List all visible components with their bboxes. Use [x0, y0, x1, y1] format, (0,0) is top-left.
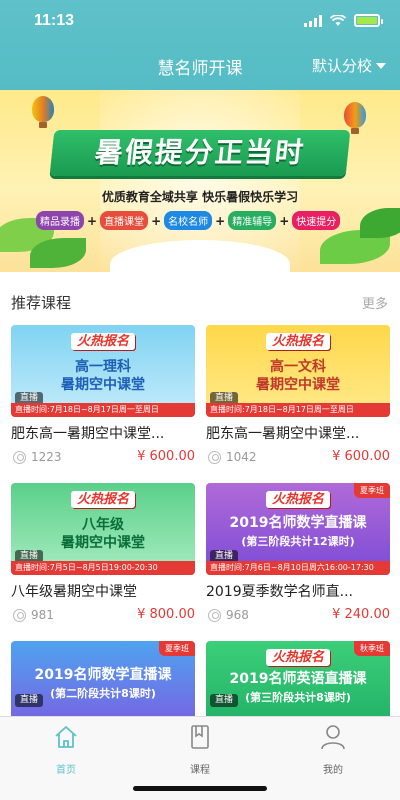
tab-label: 课程	[190, 765, 210, 776]
course-meta: 1223 ¥ 600.00	[11, 449, 195, 467]
banner-tag: 快速提分	[292, 211, 341, 230]
course-card[interactable]: 夏季班 火热报名 2019名师数学直播课 (第三阶段共计12课时) 直播 直播时…	[206, 483, 390, 628]
enroll-count: 1223	[31, 450, 62, 464]
tab-label: 我的	[323, 765, 343, 776]
more-link[interactable]: 更多	[362, 293, 388, 312]
course-name: 肥东高一暑期空中课堂...	[11, 426, 165, 442]
schedule-strip: 直播时间:7月18日~8月17日周一至周日	[11, 403, 195, 417]
person-icon	[13, 609, 26, 622]
course-price: ¥ 800.00	[137, 607, 195, 622]
app-header: 11:13 慧名师开课 默认分校	[0, 0, 400, 90]
schedule-strip: 直播时间:7月6日~8月10日周六16:00-17:30	[206, 561, 390, 575]
course-card[interactable]: 火热报名 八年级 暑期空中课堂 直播 直播时间:7月5日~8月5日19:00-2…	[11, 483, 195, 628]
status-icons	[304, 14, 383, 27]
user-icon	[321, 725, 345, 750]
banner-tag: 精品录播	[36, 211, 84, 230]
caret-down-icon	[376, 62, 386, 69]
course-meta: 981 ¥ 800.00	[11, 607, 195, 625]
campus-selector[interactable]: 默认分校	[312, 55, 386, 76]
course-thumbnail: 夏季班 火热报名 2019名师数学直播课 (第三阶段共计12课时) 直播 直播时…	[206, 483, 390, 575]
schedule-strip: 直播时间:7月5日~8月5日19:00-20:30	[11, 561, 195, 575]
course-thumbnail: 火热报名 八年级 暑期空中课堂 直播 直播时间:7月5日~8月5日19:00-2…	[11, 483, 195, 575]
section-title: 推荐课程	[11, 294, 72, 312]
course-thumbnail: 火热报名 高一文科 暑期空中课堂 直播 直播时间:7月18日~8月17日周一至周…	[206, 325, 390, 417]
course-thumbnail: 火热报名 高一理科 暑期空中课堂 直播 直播时间:7月18日~8月17日周一至周…	[11, 325, 195, 417]
plus-icon: +	[279, 213, 290, 228]
live-badge: 直播	[15, 694, 44, 707]
signal-icon	[304, 14, 322, 27]
course-thumbnail: 夏季班 2019名师数学直播课 (第二阶段共计8课时) 直播	[11, 641, 195, 716]
course-price: ¥ 240.00	[332, 607, 390, 622]
person-icon	[208, 451, 221, 464]
balloon-icon	[32, 96, 54, 128]
thumb-title: 高一文科	[270, 359, 326, 375]
hot-badge: 火热报名	[206, 488, 390, 508]
course-card[interactable]: 夏季班 2019名师数学直播课 (第二阶段共计8课时) 直播	[11, 641, 195, 716]
course-meta: 1042 ¥ 600.00	[206, 449, 390, 467]
banner-tag: 精准辅导	[228, 211, 277, 230]
enroll-count: 968	[226, 608, 249, 622]
thumb-title: 高一理科	[75, 359, 131, 375]
course-name: 八年级暑期空中课堂	[11, 584, 137, 600]
tab-courses[interactable]: 课程	[165, 723, 235, 776]
status-time: 11:13	[34, 12, 75, 29]
banner-tag: 名校名师	[164, 211, 213, 230]
plus-icon: +	[215, 213, 226, 228]
recommended-section-header: 推荐课程 更多	[0, 282, 400, 318]
schedule-strip: 直播时间:7月18日~8月17日周一至周日	[206, 403, 390, 417]
course-price: ¥ 600.00	[137, 449, 195, 464]
course-name: 2019夏季数学名师直...	[206, 584, 353, 600]
status-bar: 11:13	[0, 0, 400, 44]
course-card[interactable]: 秋季班 火热报名 2019名师英语直播课 (第三阶段共计8课时) 直播	[206, 641, 390, 716]
hot-badge: 火热报名	[11, 488, 195, 508]
course-price: ¥ 600.00	[332, 449, 390, 464]
course-card[interactable]: 火热报名 高一文科 暑期空中课堂 直播 直播时间:7月18日~8月17日周一至周…	[206, 325, 390, 470]
thumb-title: (第三阶段共计12课时)	[241, 535, 355, 548]
book-icon	[191, 725, 209, 749]
live-badge: 直播	[210, 694, 239, 707]
thumb-title: 2019名师数学直播课	[34, 667, 172, 683]
promo-banner[interactable]: 暑假提分正当时 优质教育全域共享 快乐暑假快乐学习 精品录播 + 直播课堂 + …	[0, 90, 400, 272]
banner-title: 暑假提分正当时	[49, 130, 351, 176]
battery-icon	[354, 14, 383, 27]
leaf-decoration	[360, 208, 400, 238]
thumb-title: 2019名师英语直播课	[229, 671, 367, 687]
hot-badge: 火热报名	[206, 330, 390, 350]
hot-badge: 火热报名	[11, 330, 195, 350]
banner-subtitle: 优质教育全域共享 快乐暑假快乐学习	[101, 190, 299, 204]
course-meta: 968 ¥ 240.00	[206, 607, 390, 625]
wifi-icon	[330, 14, 346, 26]
home-indicator	[133, 786, 267, 791]
hot-badge: 火热报名	[206, 646, 390, 666]
campus-label: 默认分校	[311, 57, 372, 75]
banner-tags: 精品录播 + 直播课堂 + 名校名师 + 精准辅导 + 快速提分	[36, 211, 341, 230]
thumb-title: 八年级	[82, 517, 124, 533]
course-name: 肥东高一暑期空中课堂...	[206, 426, 360, 442]
enroll-count: 981	[31, 608, 54, 622]
season-badge: 夏季班	[159, 641, 195, 656]
tab-profile[interactable]: 我的	[298, 723, 368, 776]
tab-label: 首页	[56, 765, 76, 776]
course-card[interactable]: 火热报名 高一理科 暑期空中课堂 直播 直播时间:7月18日~8月17日周一至周…	[11, 325, 195, 470]
tab-home[interactable]: 首页	[31, 723, 101, 776]
balloon-icon	[344, 102, 366, 134]
plus-icon: +	[151, 213, 162, 228]
enroll-count: 1042	[226, 450, 257, 464]
thumb-title: 2019名师数学直播课	[229, 515, 367, 531]
plus-icon: +	[87, 213, 98, 228]
banner-tag: 直播课堂	[100, 211, 149, 230]
person-icon	[13, 451, 26, 464]
course-thumbnail: 秋季班 火热报名 2019名师英语直播课 (第三阶段共计8课时) 直播	[206, 641, 390, 716]
person-icon	[208, 609, 221, 622]
home-icon	[55, 726, 77, 748]
